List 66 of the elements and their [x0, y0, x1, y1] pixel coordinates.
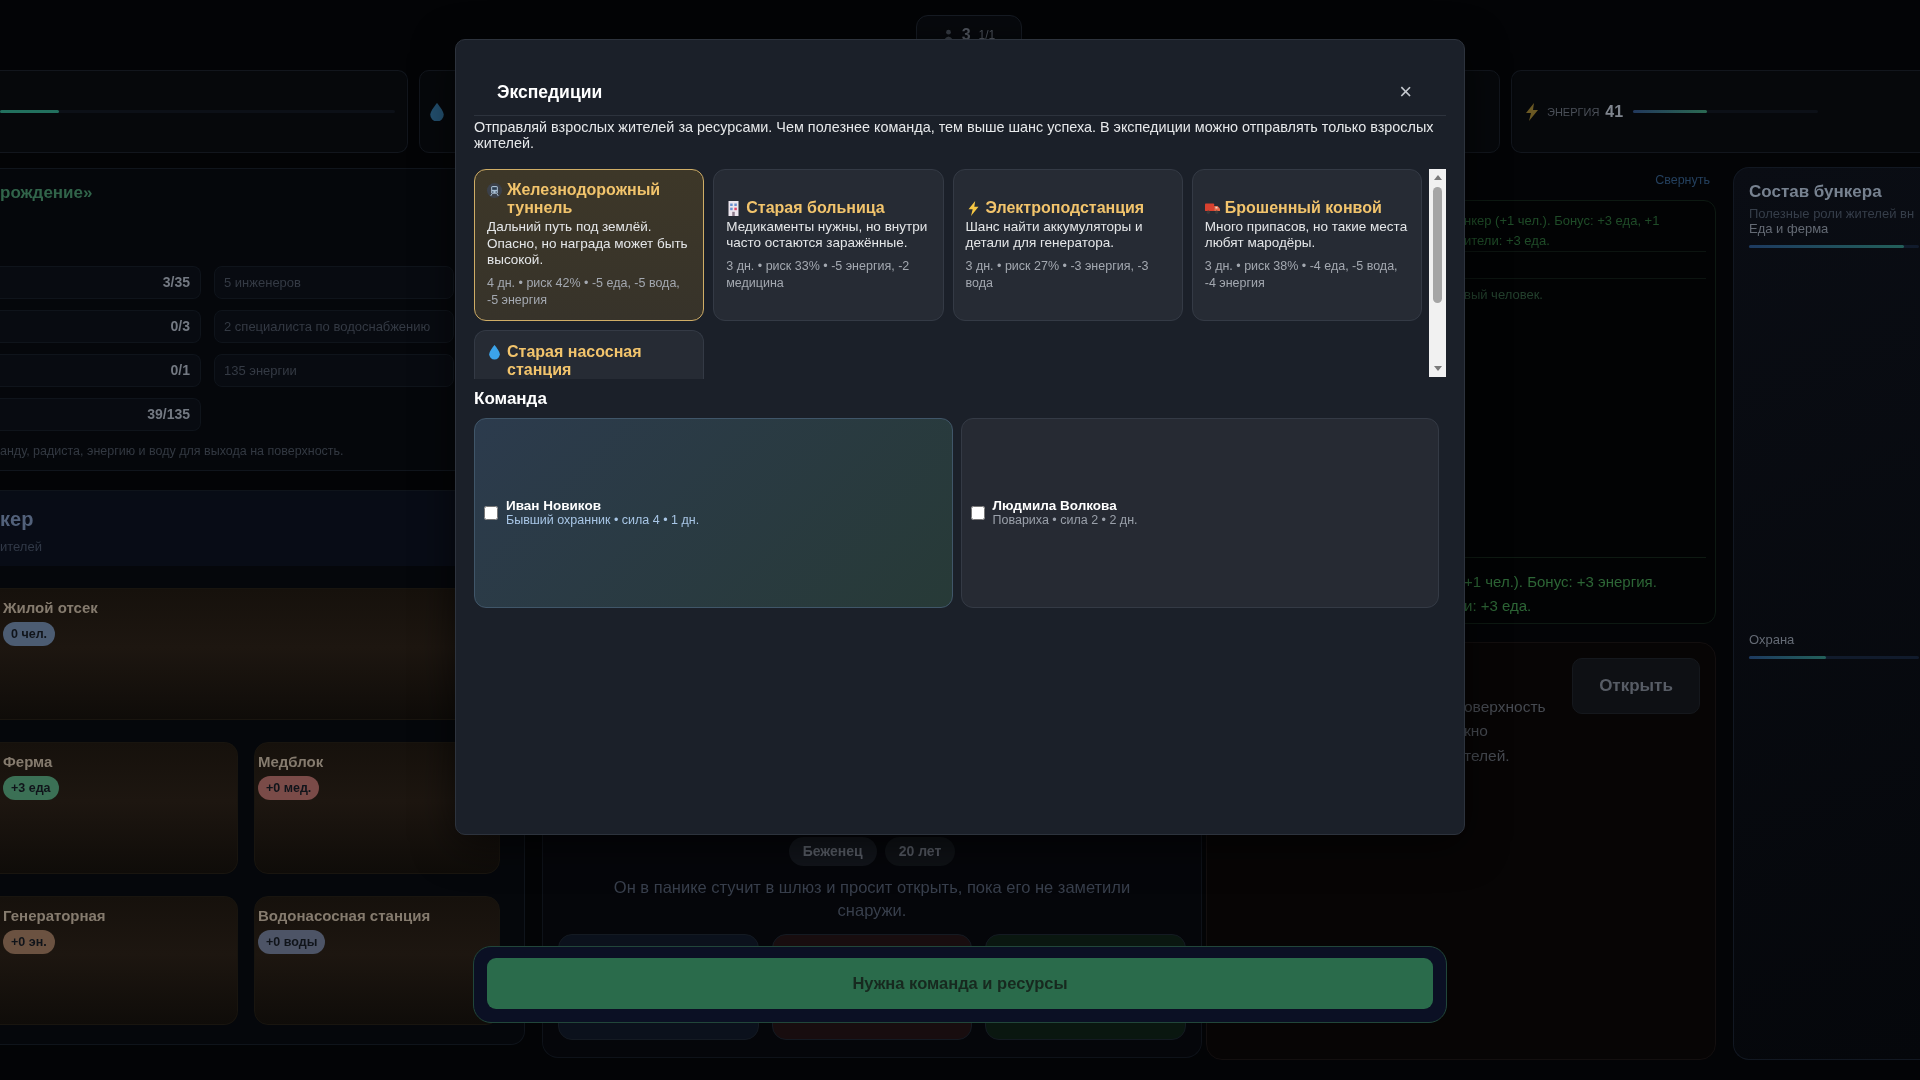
- room-card[interactable]: Генераторная +0 эн.: [0, 896, 238, 1025]
- checkbox[interactable]: [484, 506, 498, 520]
- expedition-details: 4 дн. • риск 42% • -5 еда, -5 вода, -5 энергия: [487, 274, 681, 309]
- counter-fraction: 1/1: [978, 27, 996, 43]
- tag: Беженец: [788, 837, 877, 866]
- event-text: Он в панике стучит в шлюз и просит открыть, пока его не заметили снаружи.: [612, 877, 1132, 921]
- train-icon: [487, 183, 502, 199]
- requirement-value: 0/1: [0, 354, 201, 387]
- room-badge: +3 еда: [3, 776, 59, 800]
- team-member-card[interactable]: Иван Новиков Бывший охранник • сила 4 • 1 дн.: [474, 418, 953, 608]
- room-badge: +0 мед.: [258, 776, 320, 800]
- room-name: Жилой отсек: [3, 599, 98, 617]
- resource-label: ЭНЕРГИЯ: [1547, 105, 1600, 118]
- section-title: Команда: [474, 389, 548, 409]
- team-member-card[interactable]: Людмила Волкова Повариха • сила 2 • 2 дн.: [960, 418, 1439, 608]
- panel-title: кер: [0, 507, 34, 531]
- room-card[interactable]: Ферма +3 еда: [0, 742, 238, 874]
- lightning-icon: [1525, 102, 1539, 121]
- room-badge: +0 эн.: [3, 930, 55, 954]
- expedition-title: Старая насосная станция: [507, 343, 643, 379]
- tag: 20 лет: [884, 837, 956, 866]
- expedition-description: Дальний путь под землёй. Опасно, но награда может быть высокой.: [487, 219, 689, 269]
- checkbox[interactable]: [970, 506, 985, 520]
- expedition-description: Шанс найти аккумуляторы и детали для генератора.: [965, 218, 1144, 252]
- dialog-title: Экспедиции: [497, 80, 603, 103]
- requirement-value: 0/3: [0, 310, 201, 343]
- expedition-description: Медикаменты нужны, но внутри часто остаются заражённые.: [726, 218, 929, 252]
- requirement-value: 39/135: [0, 398, 201, 431]
- member-name: Людмила Волкова: [992, 499, 1118, 513]
- visitor-text: оверхность кно телей.: [1464, 696, 1546, 766]
- member-details: Повариха • сила 2 • 2 дн.: [992, 513, 1138, 527]
- water-drop-icon: [487, 345, 502, 360]
- panel-title: Состав бункера: [1749, 182, 1883, 202]
- member-details: Бывший охранник • сила 4 • 1 дн.: [506, 513, 700, 527]
- room-card[interactable]: Водонасосная станция +0 воды: [254, 896, 500, 1025]
- requirement-value: 3/35: [0, 266, 201, 299]
- expedition-card[interactable]: Старая больница Медикаменты нужны, но внутри часто остаются заражённые. 3 дн. • риск 33% • -5 энергия, -2 медицина: [713, 169, 944, 321]
- hospital-icon: [726, 200, 742, 216]
- expedition-title: Старая больница: [746, 198, 885, 217]
- expedition-details: 3 дн. • риск 38% • -4 еда, -5 вода, -4 энергия: [1204, 257, 1399, 292]
- room-name: Водонасосная станция: [258, 907, 431, 925]
- panel-title: рождение»: [0, 183, 93, 203]
- close-button[interactable]: ×: [1397, 80, 1414, 103]
- expedition-details: 3 дн. • риск 27% • -3 энергия, -3 вода: [965, 257, 1150, 292]
- role-name: Еда и ферма: [1749, 221, 1830, 236]
- scrollbar-thumb[interactable]: [1433, 187, 1442, 303]
- expedition-card[interactable]: Брошенный конвой Много припасов, но такие места любят мародёры. 3 дн. • риск 38% • -4 еда, -5 вода, -4 энергия: [1191, 169, 1422, 321]
- room-badge: 0 чел.: [3, 622, 56, 646]
- expedition-card[interactable]: Железнодорожный туннель Дальний путь под землёй. Опасно, но награда может быть высокой. 4 дн. • риск 42% • -5 еда, -5 вода, -5 энергия: [474, 169, 705, 321]
- dialog-description: Отправляй взрослых жителей за ресурсами. Чем полезнее команда, тем выше шанс успеха. В экспедиции можно отправлять только взрослых жителей.: [474, 119, 1435, 151]
- room-name: Ферма: [3, 753, 53, 771]
- expedition-title: Электроподстанция: [985, 198, 1145, 217]
- expedition-title: Брошенный конвой: [1224, 198, 1382, 217]
- expedition-details: 3 дн. • риск 33% • -5 энергия, -2 медицина: [726, 257, 911, 292]
- expedition-description: Много припасов, но такие места любят мародёры.: [1204, 218, 1409, 252]
- room-name: Генераторная: [3, 907, 106, 925]
- expedition-card[interactable]: Электроподстанция Шанс найти аккумуляторы и детали для генератора. 3 дн. • риск 27% • -3 энергия, -3 вода: [952, 169, 1183, 321]
- expedition-card[interactable]: Старая насосная станция: [474, 330, 705, 379]
- expedition-title: Железнодорожный туннель: [507, 181, 662, 218]
- water-drop-icon: [430, 102, 444, 121]
- room-badge: +0 воды: [258, 930, 326, 954]
- role-name: Охрана: [1749, 632, 1796, 647]
- member-name: Иван Новиков: [506, 499, 602, 513]
- room-name: Медблок: [258, 753, 324, 771]
- resource-value: 41: [1605, 102, 1624, 121]
- scrollbar[interactable]: [1429, 169, 1446, 377]
